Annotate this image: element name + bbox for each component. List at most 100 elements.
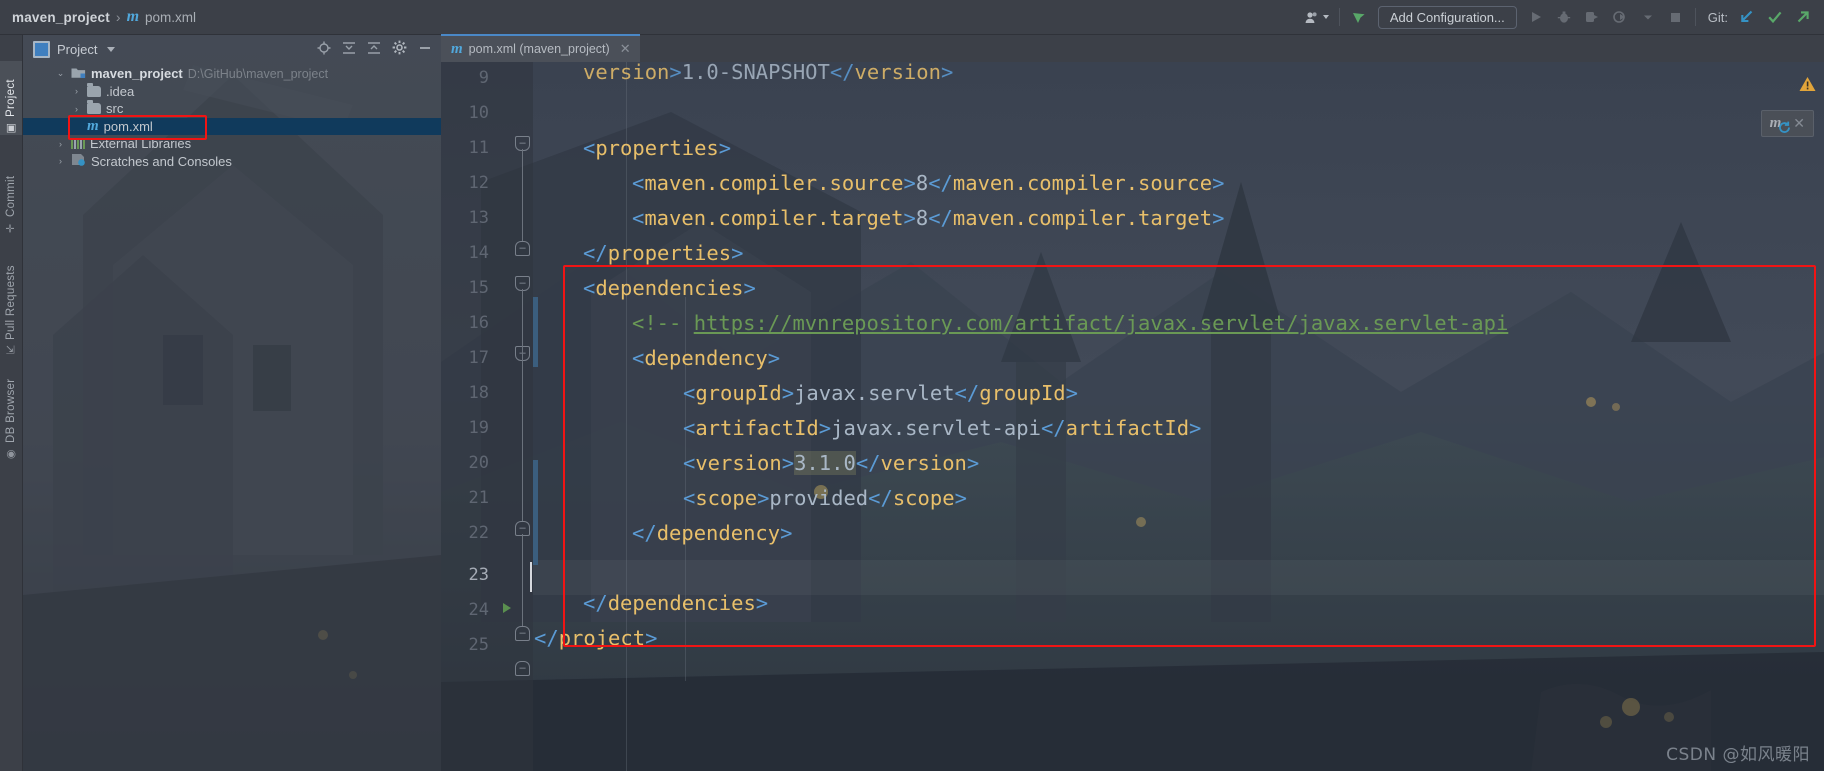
- run-maven-goal-icon[interactable]: [503, 603, 511, 613]
- watermark: CSDN @如风暖阳: [1666, 745, 1810, 765]
- tab-pom-xml[interactable]: m pom.xml (maven_project) ✕: [441, 34, 640, 62]
- tree-label-maven-project: maven_project: [91, 66, 183, 82]
- ide-window: maven_project › m pom.xml Add Configurat…: [0, 0, 1824, 771]
- code-line-11: <properties>: [583, 136, 732, 160]
- project-panel-actions: [317, 40, 441, 58]
- code-line-25: </project>: [534, 626, 658, 650]
- line-number-14: 14: [468, 243, 489, 263]
- line-number-21: 21: [468, 488, 489, 508]
- close-icon[interactable]: ✕: [620, 41, 631, 57]
- toolbar-divider: [1338, 8, 1340, 26]
- fold-marker-dependencies-open[interactable]: –: [515, 276, 530, 291]
- chevron-down-icon[interactable]: ⌄: [55, 68, 66, 79]
- fold-marker-project-close[interactable]: –: [515, 661, 530, 676]
- maven-pom-icon: m: [87, 117, 99, 134]
- tree-node-src[interactable]: › src: [23, 100, 441, 118]
- editor-scrollbar[interactable]: [1812, 62, 1824, 771]
- chevron-down-icon[interactable]: [107, 46, 116, 52]
- run-with-coverage-icon[interactable]: [1583, 8, 1601, 26]
- code-line-14: </properties>: [583, 241, 744, 265]
- warning-triangle-icon[interactable]: [1799, 76, 1816, 95]
- sidebar-item-db-browser[interactable]: ◉ DB Browser: [0, 365, 22, 461]
- project-panel-title[interactable]: Project: [57, 42, 97, 57]
- fold-marker-dependency-close[interactable]: –: [515, 521, 530, 536]
- settings-gear-icon[interactable]: [392, 40, 407, 58]
- expand-all-icon[interactable]: [342, 41, 356, 58]
- code-line-16: <!-- https://mvnrepository.com/artifact/…: [632, 311, 1509, 335]
- tree-label-idea: .idea: [106, 83, 135, 99]
- locate-icon[interactable]: [317, 41, 331, 58]
- profiler-icon[interactable]: [1611, 8, 1629, 26]
- left-tool-strip: ▣ Project ✛ Commit ⇲ Pull Requests ◉ DB …: [0, 35, 23, 771]
- line-number-13: 13: [468, 208, 489, 228]
- toolbar-divider-2: [1694, 8, 1696, 26]
- chevron-down-icon[interactable]: [1639, 8, 1657, 26]
- tree-label-pom-xml: pom.xml: [103, 118, 153, 134]
- tree-label-src: src: [106, 101, 124, 117]
- line-number-24: 24: [468, 600, 489, 620]
- fold-marker-dependency-open[interactable]: –: [515, 346, 530, 361]
- fold-marker-properties-close[interactable]: –: [515, 241, 530, 256]
- git-commit-icon[interactable]: [1766, 8, 1784, 26]
- breadcrumb-separator-icon: ›: [115, 9, 121, 25]
- chevron-right-icon[interactable]: ›: [55, 139, 66, 149]
- close-icon[interactable]: ✕: [1793, 115, 1805, 132]
- code-editor[interactable]: 9 10 11 12 13 14 15 16 17 18 19 20 21 22…: [441, 62, 1824, 771]
- tree-node-maven-project[interactable]: ⌄ maven_project D:\GitHub\maven_project: [23, 65, 441, 83]
- hide-icon[interactable]: [418, 41, 432, 58]
- code-line-24: </dependencies>: [583, 591, 769, 615]
- fold-marker-properties-open[interactable]: –: [515, 136, 530, 151]
- fold-line-dependencies: [521, 534, 523, 626]
- fold-line-properties: [521, 149, 523, 241]
- line-number-17: 17: [468, 348, 489, 368]
- code-text-layer[interactable]: version>1.0-SNAPSHOT</version> <properti…: [533, 62, 1824, 771]
- text-caret: [530, 562, 532, 592]
- sidebar-item-label-project: Project: [5, 78, 17, 117]
- chevron-right-icon[interactable]: ›: [55, 156, 66, 166]
- toolbar-right-group: Add Configuration... Git:: [1305, 0, 1824, 34]
- scratches-icon: [71, 153, 86, 169]
- line-number-19: 19: [468, 418, 489, 438]
- pull-requests-icon: ⇲: [6, 344, 16, 357]
- stop-icon[interactable]: [1667, 8, 1685, 26]
- tree-node-external-libraries[interactable]: › External Libraries: [23, 135, 441, 153]
- breadcrumb: maven_project › m pom.xml: [0, 8, 196, 26]
- vcs-update-icon[interactable]: [1350, 8, 1368, 26]
- run-icon[interactable]: [1527, 8, 1545, 26]
- user-icon[interactable]: [1305, 11, 1329, 24]
- line-number-20: 20: [468, 453, 489, 473]
- maven-reload-popup[interactable]: m ✕: [1760, 110, 1814, 137]
- tree-node-pom-xml[interactable]: m pom.xml: [23, 117, 441, 135]
- comment-url-link[interactable]: https://mvnrepository.com/artifact/javax…: [694, 311, 1509, 335]
- line-number-18: 18: [468, 383, 489, 403]
- git-update-project-icon[interactable]: [1738, 8, 1756, 26]
- chevron-right-icon[interactable]: ›: [71, 104, 82, 114]
- sidebar-item-label-pull-requests: Pull Requests: [5, 265, 17, 341]
- tree-node-scratches-and-consoles[interactable]: › Scratches and Consoles: [23, 153, 441, 171]
- git-label: Git:: [1707, 9, 1728, 25]
- folder-icon: [87, 100, 101, 115]
- code-line-13: <maven.compiler.target>8</maven.compiler…: [632, 206, 1225, 230]
- sidebar-item-project[interactable]: ▣ Project: [0, 61, 22, 135]
- highlighted-token: 3.1.0: [794, 451, 856, 475]
- fold-marker-dependencies-close[interactable]: –: [515, 626, 530, 641]
- debug-icon[interactable]: [1555, 8, 1573, 26]
- sidebar-item-commit[interactable]: ✛ Commit: [0, 157, 22, 235]
- sidebar-item-pull-requests[interactable]: ⇲ Pull Requests: [0, 247, 22, 357]
- fold-line-inner: [521, 359, 523, 521]
- breadcrumb-project[interactable]: maven_project: [12, 10, 110, 25]
- editor-gutter[interactable]: 9 10 11 12 13 14 15 16 17 18 19 20 21 22…: [441, 62, 533, 771]
- chevron-right-icon[interactable]: ›: [71, 86, 82, 96]
- breadcrumb-file[interactable]: pom.xml: [145, 10, 196, 25]
- maven-reload-icon[interactable]: m: [1770, 115, 1790, 133]
- code-folding-column[interactable]: – – – – – – –: [513, 62, 531, 771]
- git-push-icon[interactable]: [1794, 8, 1812, 26]
- project-tool-window: Project ⌄ maven_project D:\GitHub\maven_…: [23, 35, 441, 771]
- project-tree: ⌄ maven_project D:\GitHub\maven_project …: [23, 63, 441, 170]
- code-line-22: </dependency>: [632, 521, 793, 545]
- collapse-all-icon[interactable]: [367, 41, 381, 58]
- line-number-10: 10: [468, 103, 489, 123]
- tree-node-idea[interactable]: › .idea: [23, 82, 441, 101]
- add-configuration-button[interactable]: Add Configuration...: [1377, 5, 1517, 29]
- line-number-12: 12: [468, 173, 489, 193]
